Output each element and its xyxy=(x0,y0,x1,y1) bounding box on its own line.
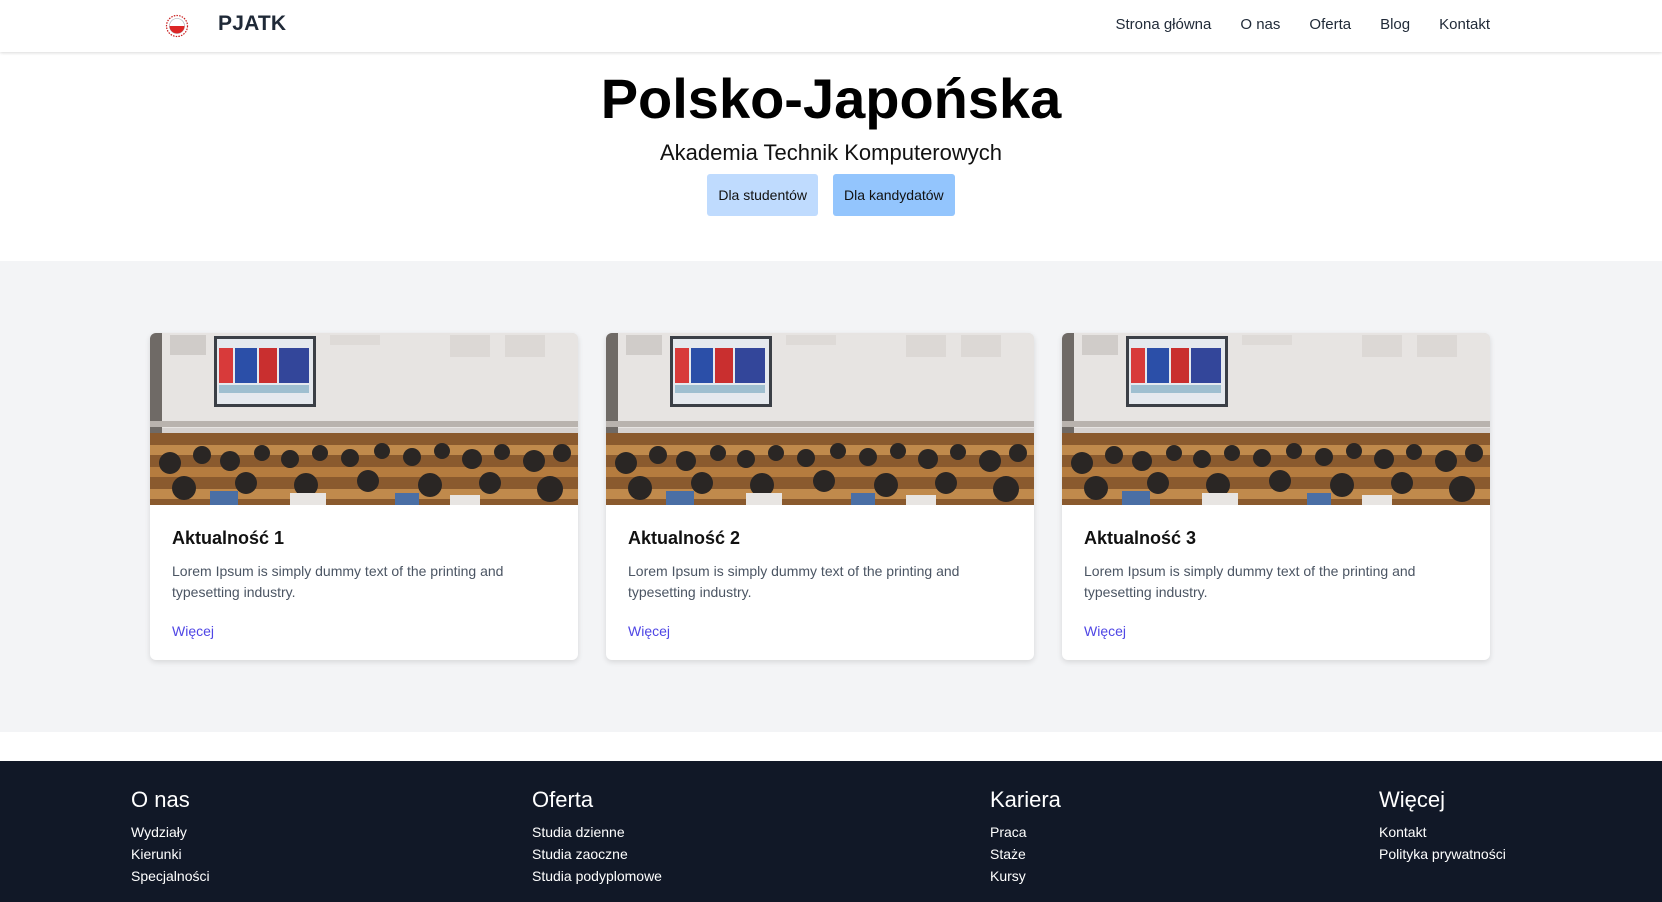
footer-column-career: Kariera Praca Staże Kursy xyxy=(990,787,1061,887)
news-card-text: Lorem Ipsum is simply dummy text of the … xyxy=(628,563,960,600)
footer-column-offer: Oferta Studia dzienne Studia zaoczne Stu… xyxy=(532,787,662,887)
lecture-hall-image xyxy=(1062,333,1490,505)
news-card-text: Lorem Ipsum is simply dummy text of the … xyxy=(1084,563,1416,600)
news-card: Aktualność 3 Lorem Ipsum is simply dummy… xyxy=(1062,333,1490,660)
footer-link[interactable]: Polityka prywatności xyxy=(1379,843,1506,865)
candidates-button[interactable]: Dla kandydatów xyxy=(833,174,955,216)
footer-column-about: O nas Wydziały Kierunki Specjalności xyxy=(131,787,210,887)
footer-link[interactable]: Specjalności xyxy=(131,865,210,887)
footer: O nas Wydziały Kierunki Specjalności Ofe… xyxy=(0,761,1662,902)
news-card-more-link[interactable]: Więcej xyxy=(628,623,670,639)
lecture-hall-image xyxy=(150,333,578,505)
news-card-more-link[interactable]: Więcej xyxy=(1084,623,1126,639)
news-card-text: Lorem Ipsum is simply dummy text of the … xyxy=(172,563,504,600)
brand-name[interactable]: PJATK xyxy=(218,12,286,36)
nav-link-about[interactable]: O nas xyxy=(1240,16,1280,33)
footer-link[interactable]: Kontakt xyxy=(1379,821,1506,843)
hero-section: Polsko-Japońska Akademia Technik Kompute… xyxy=(0,52,1662,261)
footer-link[interactable]: Staże xyxy=(990,843,1061,865)
footer-column-title: Kariera xyxy=(990,787,1061,812)
footer-link[interactable]: Studia zaoczne xyxy=(532,843,662,865)
hero-subtitle: Akademia Technik Komputerowych xyxy=(660,140,1002,165)
nav-link-offer[interactable]: Oferta xyxy=(1309,16,1351,33)
hero-title: Polsko-Japońska xyxy=(600,67,1062,130)
hero-buttons: Dla studentów Dla kandydatów xyxy=(0,174,1662,216)
news-card: Aktualność 1 Lorem Ipsum is simply dummy… xyxy=(150,333,578,660)
footer-link[interactable]: Kierunki xyxy=(131,843,210,865)
footer-link[interactable]: Praca xyxy=(990,821,1061,843)
footer-link[interactable]: Kursy xyxy=(990,865,1061,887)
navbar: PJATK Strona główna O nas Oferta Blog Ko… xyxy=(0,0,1662,52)
footer-link[interactable]: Studia podyplomowe xyxy=(532,865,662,887)
footer-column-title: Oferta xyxy=(532,787,594,812)
nav-link-blog[interactable]: Blog xyxy=(1380,16,1410,33)
footer-link[interactable]: Studia dzienne xyxy=(532,821,662,843)
footer-column-title: Więcej xyxy=(1379,787,1446,812)
main-nav: Strona główna O nas Oferta Blog Kontakt xyxy=(1115,16,1490,33)
news-card-more-link[interactable]: Więcej xyxy=(172,623,214,639)
news-section: Aktualność 1 Lorem Ipsum is simply dummy… xyxy=(0,261,1662,732)
footer-column-more: Więcej Kontakt Polityka prywatności xyxy=(1379,787,1506,865)
footer-link[interactable]: Wydziały xyxy=(131,821,210,843)
footer-column-title: O nas xyxy=(131,787,190,812)
nav-link-home[interactable]: Strona główna xyxy=(1115,16,1211,33)
news-card-title: Aktualność 2 xyxy=(628,528,741,548)
lecture-hall-image xyxy=(606,333,1034,505)
news-card-title: Aktualność 3 xyxy=(1084,528,1197,548)
nav-link-contact[interactable]: Kontakt xyxy=(1439,16,1490,33)
news-cards: Aktualność 1 Lorem Ipsum is simply dummy… xyxy=(150,333,1490,660)
pjatk-logo-icon[interactable] xyxy=(165,14,189,38)
news-card: Aktualność 2 Lorem Ipsum is simply dummy… xyxy=(606,333,1034,660)
news-card-title: Aktualność 1 xyxy=(172,528,285,548)
students-button[interactable]: Dla studentów xyxy=(707,174,819,216)
